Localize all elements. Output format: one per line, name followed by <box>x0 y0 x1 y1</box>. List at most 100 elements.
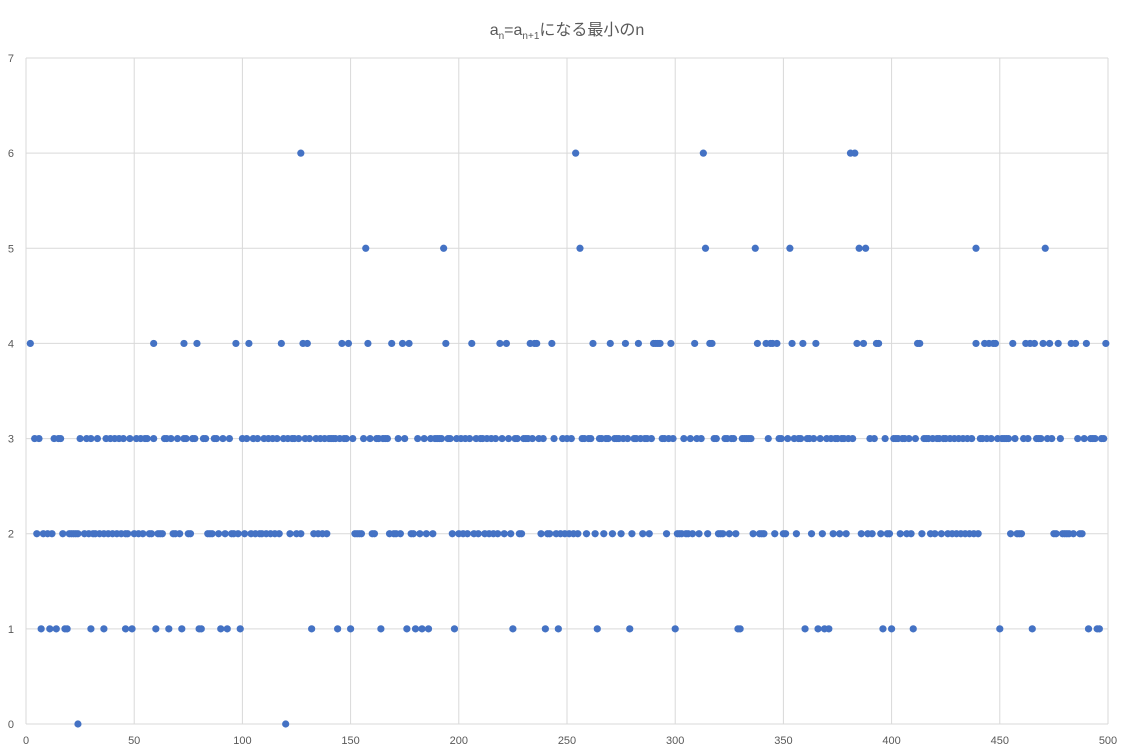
y-tick-label: 6 <box>8 148 14 160</box>
data-point <box>63 625 71 633</box>
data-point <box>394 434 402 443</box>
data-point <box>509 625 517 633</box>
data-point <box>295 434 303 443</box>
data-point <box>541 625 549 633</box>
data-point <box>859 339 868 348</box>
data-point <box>370 530 379 538</box>
gridlines <box>25 57 1109 725</box>
y-tick-label: 4 <box>8 338 14 350</box>
chart: an=an+1になる最小のn 0 50 100 150 200 250 300 350 400 4… <box>0 0 1134 756</box>
data-point <box>697 434 705 443</box>
data-point <box>639 530 647 538</box>
data-point <box>1024 434 1032 443</box>
data-point <box>197 625 205 633</box>
data-point <box>749 530 757 538</box>
x-tick-label: 450 <box>991 735 1009 747</box>
data-point <box>35 434 43 443</box>
data-point <box>418 625 426 633</box>
data-point <box>881 434 889 443</box>
data-point <box>537 530 545 538</box>
data-point <box>165 625 173 633</box>
data-point <box>1100 434 1108 443</box>
data-point <box>688 530 697 538</box>
data-point <box>816 434 824 443</box>
data-point <box>862 244 870 252</box>
data-point <box>1037 434 1045 443</box>
data-point <box>849 434 857 443</box>
data-point <box>349 434 357 443</box>
data-point <box>347 625 355 633</box>
data-point <box>424 625 433 633</box>
data-point <box>554 625 562 633</box>
data-point <box>468 339 476 348</box>
data-point <box>747 434 755 443</box>
data-point <box>736 625 744 633</box>
data-point <box>792 530 800 538</box>
data-point <box>550 434 558 443</box>
data-point <box>403 625 411 633</box>
plot-area: 0 50 100 150 200 250 300 350 400 450 500 0 1 2 3 4 5 6 7 <box>8 53 1117 747</box>
data-point <box>186 530 195 538</box>
data-point <box>879 625 887 633</box>
data-point <box>446 434 454 443</box>
data-point <box>26 339 34 348</box>
data-point <box>604 434 612 443</box>
data-point <box>1028 625 1036 633</box>
data-point <box>366 434 374 443</box>
data-point <box>760 530 768 538</box>
data-point <box>647 434 655 443</box>
data-point <box>1048 434 1056 443</box>
data-point <box>121 625 130 633</box>
data-point <box>214 530 223 538</box>
x-tick-label: 500 <box>1099 735 1117 747</box>
y-tick-label: 3 <box>8 434 14 446</box>
data-point <box>416 530 424 538</box>
data-point <box>74 530 82 538</box>
data-point <box>208 530 216 538</box>
data-point <box>712 434 720 443</box>
data-point <box>245 339 253 348</box>
data-point <box>546 530 554 538</box>
data-point <box>180 339 188 348</box>
data-point <box>1095 625 1103 633</box>
data-point <box>1054 339 1062 348</box>
data-point <box>212 434 221 443</box>
data-point <box>621 339 630 348</box>
data-point <box>996 625 1004 633</box>
data-point <box>282 720 290 728</box>
data-point <box>448 530 456 538</box>
x-tick-label: 200 <box>450 735 468 747</box>
data-point <box>323 530 331 538</box>
data-point <box>730 434 738 443</box>
data-point <box>669 434 677 443</box>
data-point <box>656 339 664 348</box>
data-point <box>812 339 820 348</box>
data-point <box>202 434 210 443</box>
data-point <box>124 530 132 538</box>
data-point <box>502 339 511 348</box>
data-point <box>814 625 822 633</box>
data-point <box>853 339 861 348</box>
y-tick-label: 2 <box>8 529 14 541</box>
data-point <box>1074 434 1082 443</box>
data-point <box>686 434 694 443</box>
data-point <box>500 530 508 538</box>
data-point <box>799 339 807 348</box>
data-point <box>297 530 305 538</box>
data-point <box>708 339 716 348</box>
data-point <box>507 530 515 538</box>
data-point <box>870 434 878 443</box>
data-point <box>788 339 796 348</box>
data-point <box>732 530 740 538</box>
data-point <box>1084 625 1093 633</box>
data-point <box>437 434 446 443</box>
data-point <box>46 625 54 633</box>
data-point <box>398 339 407 348</box>
data-point <box>253 434 262 443</box>
data-point <box>533 339 541 348</box>
data-point <box>48 530 56 538</box>
data-point <box>662 530 671 538</box>
data-point <box>305 434 314 443</box>
data-point <box>139 530 147 538</box>
data-point <box>440 244 448 252</box>
